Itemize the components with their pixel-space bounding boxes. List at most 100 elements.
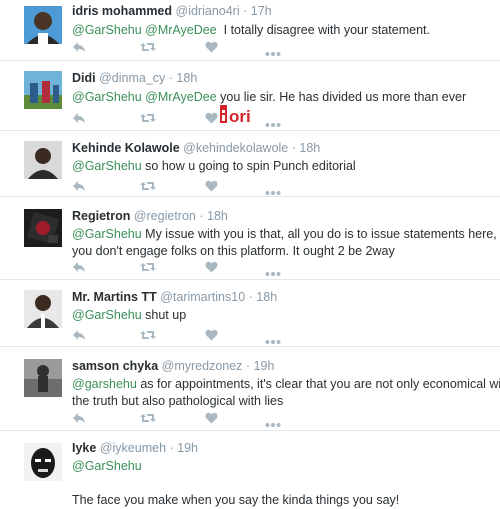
avatar[interactable]	[24, 443, 62, 481]
reply-icon[interactable]	[72, 328, 86, 342]
reply-icon[interactable]	[72, 260, 86, 274]
mention-link[interactable]: @GarShehu	[72, 459, 142, 473]
tweet-body: so how u going to spin Punch editorial	[145, 159, 356, 173]
user-handle[interactable]: @iykeumeh	[100, 441, 166, 455]
tweet-text: @GarShehu @MrAyeDee I totally disagree w…	[72, 22, 494, 39]
tweet-content: Kehinde Kolawole @kehindekolawole · 18h …	[72, 140, 494, 175]
reply-icon[interactable]	[72, 111, 86, 125]
mention-link[interactable]: @GarShehu	[72, 227, 142, 241]
user-name[interactable]: samson chyka	[72, 359, 158, 373]
user-name[interactable]: Kehinde Kolawole	[72, 141, 180, 155]
user-name[interactable]: idris mohammed	[72, 4, 172, 18]
timestamp[interactable]: 18h	[256, 290, 277, 304]
tweet: samson chyka @myredzonez · 19h @garshehu…	[0, 347, 500, 431]
timestamp[interactable]: 19h	[177, 441, 198, 455]
avatar-image	[24, 209, 62, 247]
user-name[interactable]: Regietron	[72, 209, 130, 223]
tweet-text: @GarShehu shut up	[72, 307, 494, 324]
tweet-text: @GarShehu @MrAyeDee you lie sir. He has …	[72, 89, 494, 106]
reply-icon[interactable]	[72, 179, 86, 193]
watermark-logo: ori	[220, 102, 260, 133]
tweet-actions	[72, 411, 302, 427]
tweet-text-line-2: you don't engage folks on this platform.…	[72, 244, 395, 258]
tweet-text-line-2: The face you make when you say the kinda…	[72, 493, 400, 507]
heart-icon[interactable]	[205, 40, 218, 54]
heart-icon[interactable]	[205, 411, 218, 425]
retweet-icon[interactable]	[140, 411, 156, 425]
mention-link[interactable]: @MrAyeDee	[145, 23, 217, 37]
avatar-image	[24, 359, 62, 397]
mention-link[interactable]: @GarShehu	[72, 159, 142, 173]
mention-link[interactable]: @MrAyeDee	[145, 90, 217, 104]
tweet-header: Iyke @iykeumeh · 19h	[72, 440, 494, 456]
more-icon[interactable]	[265, 332, 281, 346]
heart-icon[interactable]	[205, 179, 218, 193]
user-name[interactable]: Didi	[72, 71, 96, 85]
user-handle[interactable]: @tarimartins10	[160, 290, 245, 304]
heart-icon[interactable]	[205, 328, 218, 342]
tweet-text: @GarShehu	[72, 458, 494, 475]
avatar[interactable]	[24, 290, 62, 328]
tweet-content: Mr. Martins TT @tarimartins10 · 18h @Gar…	[72, 289, 494, 324]
tweet-header: Mr. Martins TT @tarimartins10 · 18h	[72, 289, 494, 305]
heart-icon[interactable]	[205, 260, 218, 274]
retweet-icon[interactable]	[140, 40, 156, 54]
retweet-icon[interactable]	[140, 111, 156, 125]
svg-text:ori: ori	[229, 107, 251, 126]
separator: ·	[248, 290, 253, 304]
mention-link[interactable]: @GarShehu	[72, 23, 142, 37]
tweet-actions	[72, 40, 302, 56]
avatar[interactable]	[24, 209, 62, 247]
avatar-image	[24, 71, 62, 109]
tweet: Regietron @regietron · 18h @GarShehu My …	[0, 197, 500, 280]
mention-link[interactable]: @GarShehu	[72, 90, 142, 104]
retweet-icon[interactable]	[140, 328, 156, 342]
more-icon[interactable]	[265, 264, 281, 278]
separator: ·	[243, 4, 248, 18]
separator: ·	[245, 359, 251, 373]
retweet-icon[interactable]	[140, 179, 156, 193]
user-handle[interactable]: @myredzonez	[162, 359, 243, 373]
more-icon[interactable]	[265, 183, 281, 197]
separator: ·	[199, 209, 204, 223]
reply-icon[interactable]	[72, 40, 86, 54]
tweet: Kehinde Kolawole @kehindekolawole · 18h …	[0, 131, 500, 197]
user-name[interactable]: Iyke	[72, 441, 96, 455]
retweet-icon[interactable]	[140, 260, 156, 274]
more-icon[interactable]	[265, 415, 281, 429]
tweet-header: Didi @dinma_cy · 18h	[72, 70, 494, 86]
avatar-image	[24, 443, 62, 481]
tweet-actions	[72, 328, 302, 344]
avatar[interactable]	[24, 71, 62, 109]
tweet: Didi @dinma_cy · 18h @GarShehu @MrAyeDee…	[0, 61, 500, 131]
tweet-header: Kehinde Kolawole @kehindekolawole · 18h	[72, 140, 494, 156]
tweet-header: idris mohammed @idriano4ri · 17h	[72, 3, 494, 19]
avatar-image	[24, 6, 62, 44]
heart-icon[interactable]	[205, 111, 218, 125]
timestamp[interactable]: 18h	[207, 209, 228, 223]
mention-link[interactable]: @GarShehu	[72, 308, 142, 322]
tweet-content: Didi @dinma_cy · 18h @GarShehu @MrAyeDee…	[72, 70, 494, 106]
avatar[interactable]	[24, 141, 62, 179]
user-name[interactable]: Mr. Martins TT	[72, 290, 157, 304]
timestamp[interactable]: 17h	[251, 4, 272, 18]
timestamp[interactable]: 19h	[254, 359, 275, 373]
timestamp[interactable]: 18h	[176, 71, 197, 85]
more-icon[interactable]	[265, 115, 281, 129]
more-icon[interactable]	[265, 44, 281, 58]
user-handle[interactable]: @dinma_cy	[99, 71, 165, 85]
tweet-actions	[72, 111, 302, 127]
separator: ·	[168, 71, 173, 85]
avatar-image	[24, 290, 62, 328]
mention-link[interactable]: @garshehu	[72, 377, 137, 391]
user-handle[interactable]: @idriano4ri	[176, 4, 240, 18]
avatar-image	[24, 141, 62, 179]
user-handle[interactable]: @regietron	[134, 209, 196, 223]
user-handle[interactable]: @kehindekolawole	[183, 141, 288, 155]
avatar[interactable]	[24, 359, 62, 397]
tweet-actions	[72, 179, 302, 195]
timestamp[interactable]: 18h	[299, 141, 320, 155]
tweet-body: I totally disagree with your statement.	[223, 23, 430, 37]
reply-icon[interactable]	[72, 411, 86, 425]
avatar[interactable]	[24, 6, 62, 44]
